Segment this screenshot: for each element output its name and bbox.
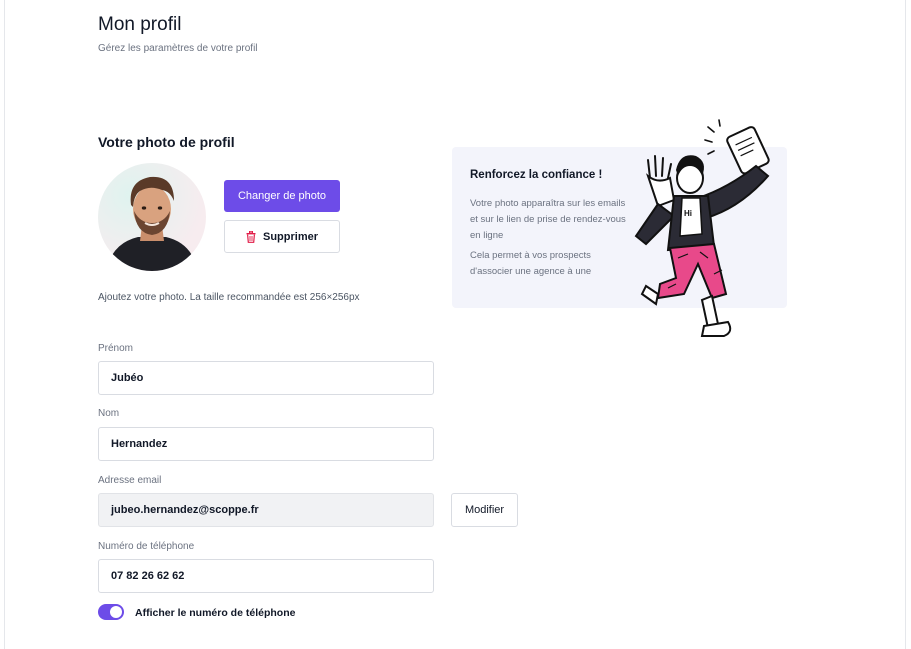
delete-photo-label: Supprimer — [262, 230, 318, 243]
trash-icon — [246, 230, 256, 243]
email-label: Adresse email — [98, 475, 162, 486]
last-name-input[interactable]: Hernandez — [98, 427, 434, 461]
last-name-label: Nom — [98, 408, 120, 419]
info-card-paragraph-2: Cela permet à vos prospects d'associer u… — [470, 250, 592, 277]
info-card-title: Renforcez la confiance ! — [470, 169, 603, 181]
selfie-person-illustration: Hi — [634, 119, 770, 337]
first-name-input[interactable]: Jubéo — [98, 361, 434, 395]
page-title: Mon profil — [98, 14, 182, 35]
phone-label: Numéro de téléphone — [98, 541, 195, 552]
avatar-portrait — [106, 176, 198, 271]
toggle-knob — [110, 606, 122, 618]
first-name-label: Prénom — [98, 343, 134, 354]
avatar — [98, 163, 206, 271]
illustration-shirt-text: Hi — [684, 209, 692, 218]
page-subtitle: Gérez les paramètres de votre profil — [98, 43, 258, 54]
show-phone-toggle[interactable] — [98, 604, 124, 620]
delete-photo-button[interactable]: Supprimer — [224, 220, 340, 253]
photo-section-title: Votre photo de profil — [98, 134, 235, 150]
email-input: jubeo.hernandez@scoppe.fr — [98, 493, 434, 527]
modify-email-button[interactable]: Modifier — [451, 493, 518, 527]
change-photo-button[interactable]: Changer de photo — [224, 180, 340, 212]
info-card-paragraph: Votre photo apparaîtra sur les emails et… — [470, 198, 626, 241]
show-phone-label: Afficher le numéro de téléphone — [135, 607, 296, 619]
photo-size-hint: Ajoutez votre photo. La taille recommand… — [98, 292, 360, 303]
phone-input[interactable]: 07 82 26 62 62 — [98, 559, 434, 593]
